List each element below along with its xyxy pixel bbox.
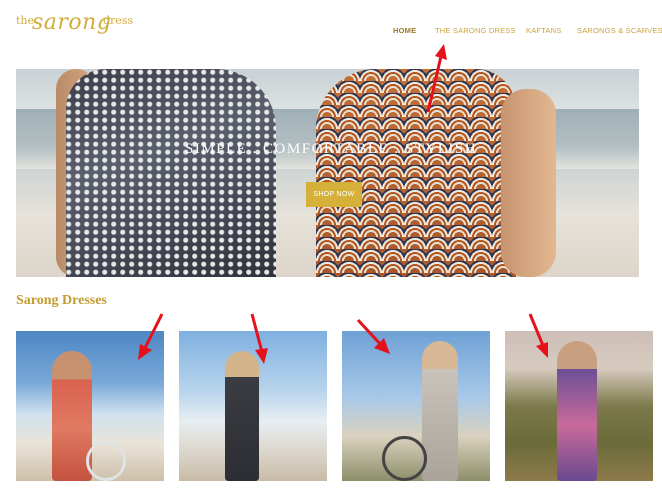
hero-model-right-dress (316, 69, 516, 277)
model-figure (225, 351, 259, 481)
main-nav: HOME THE SARONG DRESS KAFTANS SARONGS & … (0, 26, 662, 38)
site-header: the sarong dress HOME THE SARONG DRESS K… (0, 0, 662, 68)
model-figure (557, 341, 597, 481)
product-card-purple[interactable] (505, 331, 653, 481)
bicycle-wheel (86, 441, 126, 481)
shop-now-button[interactable]: SHOP NOW (306, 182, 362, 207)
nav-home-link[interactable]: HOME (393, 26, 416, 35)
section-title: Sarong Dresses (16, 293, 107, 308)
model-figure (422, 341, 458, 481)
hero-model-right-arm (501, 89, 556, 277)
hero-banner (16, 69, 639, 277)
hero-model-left-dress (66, 69, 276, 277)
bicycle-wheel (382, 436, 427, 481)
nav-kaftans-link[interactable]: KAFTANS (526, 26, 561, 35)
nav-sarong-dress-link[interactable]: THE SARONG DRESS (435, 26, 516, 35)
product-card-black-print[interactable] (179, 331, 327, 481)
hero-title: SIMPLE . COMFORTABLE . STYLISH (184, 141, 478, 157)
nav-sarongs-scarves-link[interactable]: SARONGS & SCARVES (577, 26, 662, 35)
product-card-grey[interactable] (342, 331, 490, 481)
product-card-coral[interactable] (16, 331, 164, 481)
